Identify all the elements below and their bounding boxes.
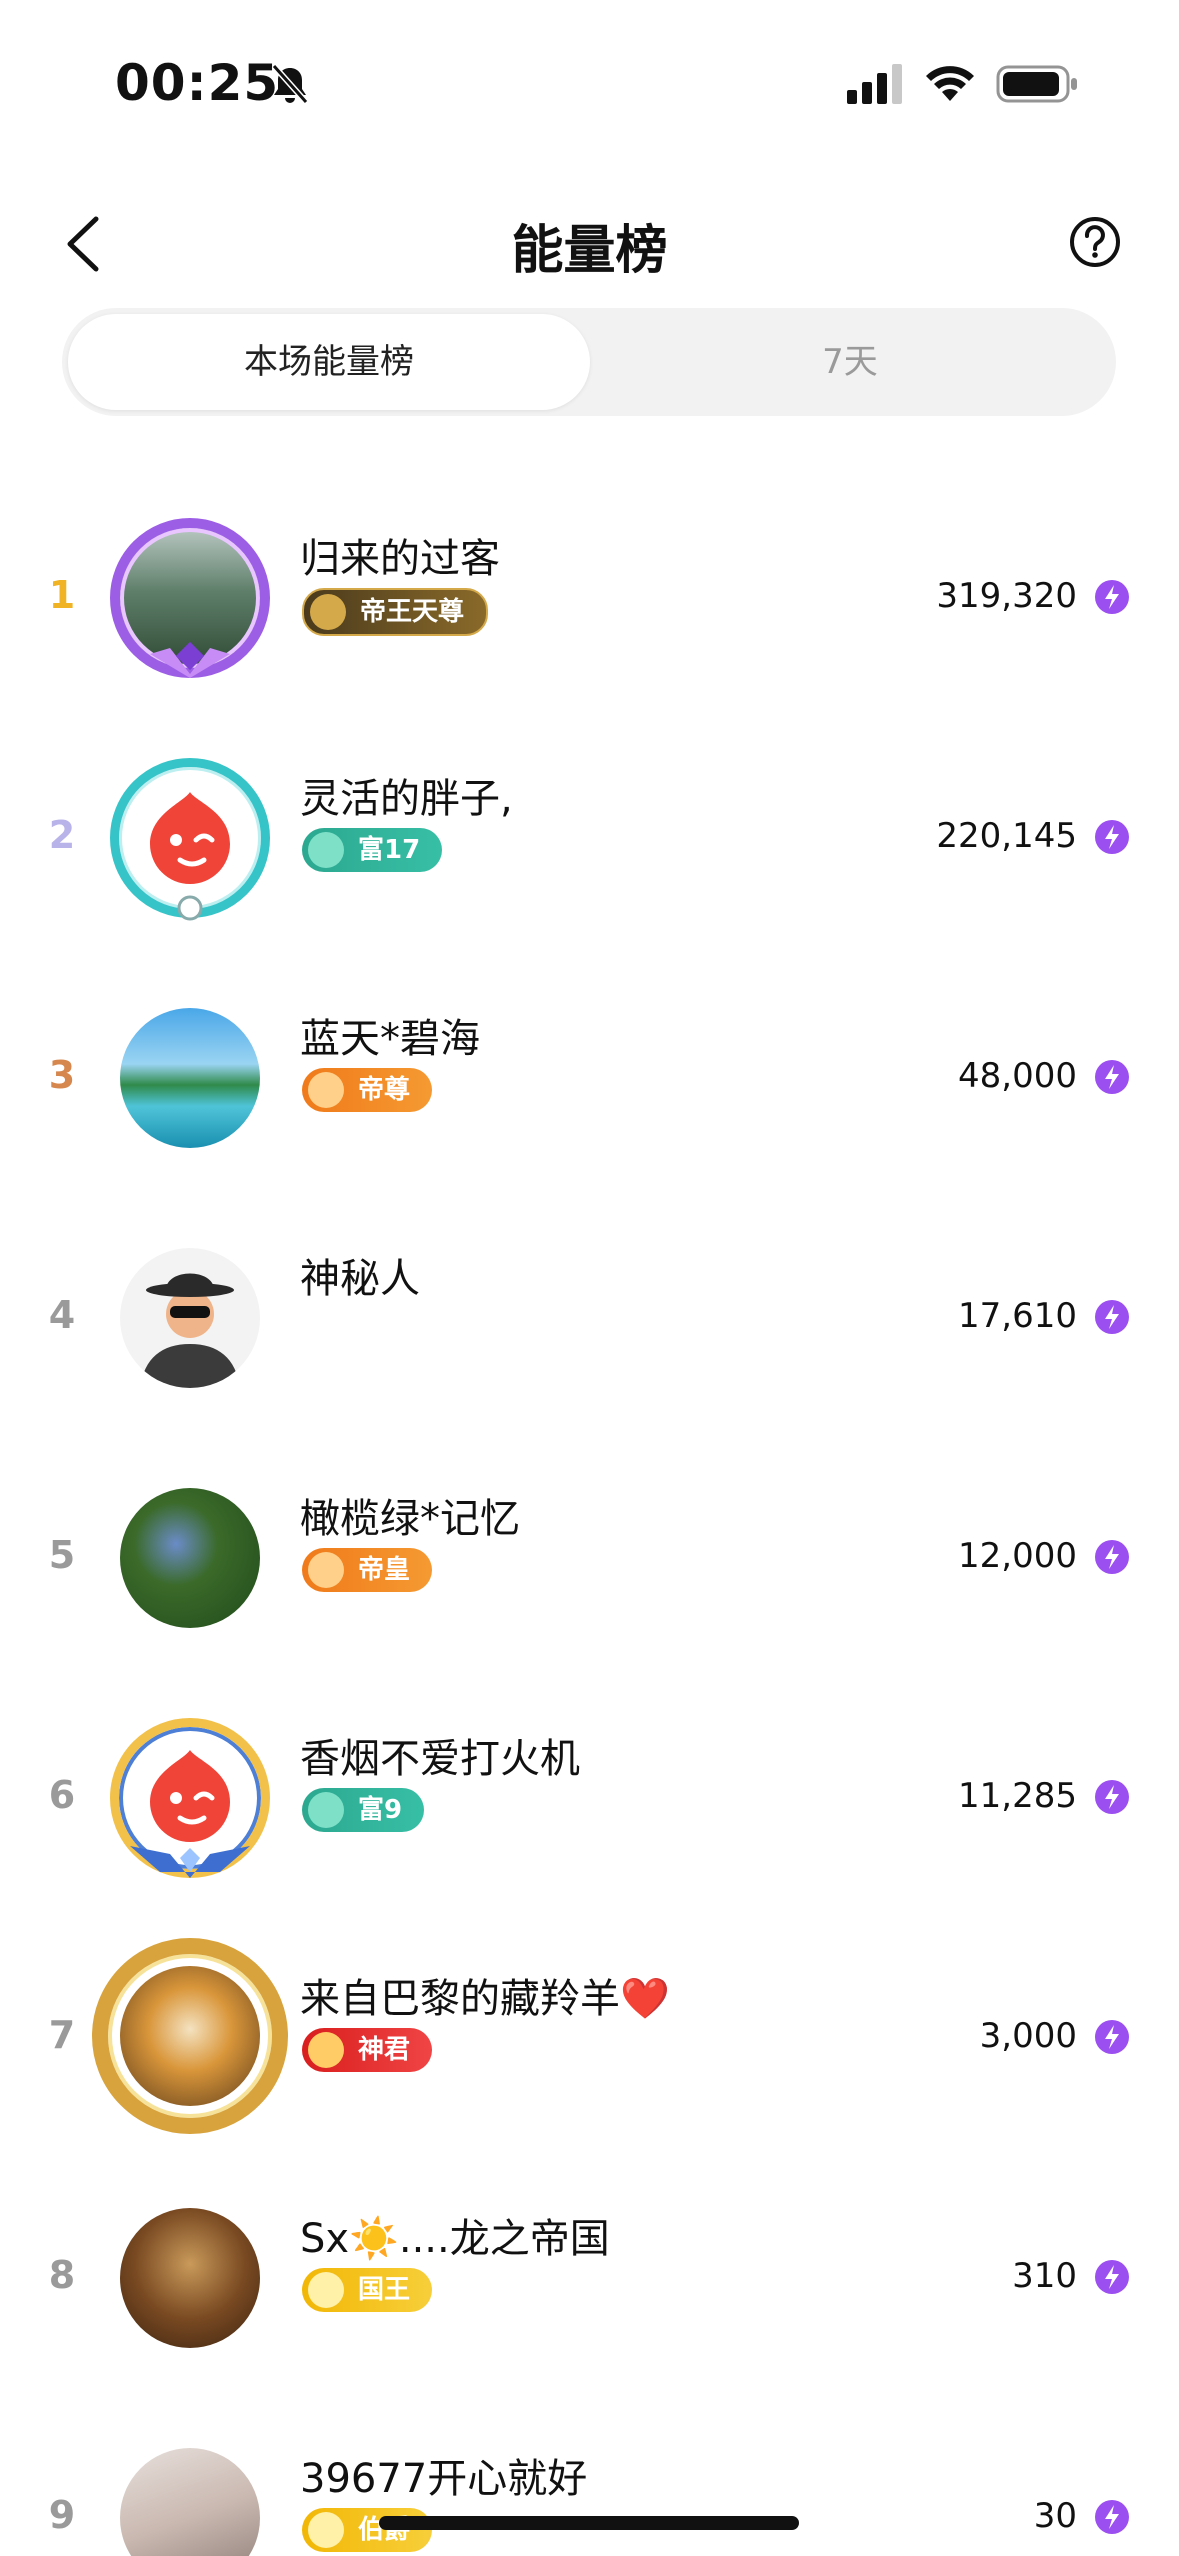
energy-score: 11,285 — [958, 1776, 1077, 1816]
tab-current-session[interactable]: 本场能量榜 — [68, 314, 590, 410]
user-name: 灵活的胖子, — [300, 776, 513, 822]
cellular-signal-icon — [847, 64, 902, 104]
rank-number: 9 — [48, 2493, 76, 2537]
list-item[interactable]: 2 灵活的胖子, 富17 220,145 — [0, 718, 1179, 958]
avatar[interactable] — [110, 2198, 270, 2358]
home-indicator[interactable] — [379, 2516, 799, 2530]
energy-bolt-icon — [1095, 2260, 1129, 2294]
frame-ring-icon — [177, 895, 203, 921]
user-name: 39677开心就好 — [300, 2456, 588, 2502]
user-name: 蓝天*碧海 — [300, 1016, 480, 1062]
help-question-icon[interactable] — [1068, 215, 1122, 269]
level-badge: 帝皇 — [302, 1548, 433, 1592]
avatar[interactable] — [110, 1238, 270, 1398]
energy-bolt-icon — [1095, 1060, 1129, 1094]
battery-icon — [996, 65, 1077, 103]
avatar[interactable] — [110, 2438, 270, 2556]
energy-score: 48,000 — [958, 1056, 1077, 1096]
user-name: 归来的过客 — [300, 536, 500, 582]
rank-number: 8 — [48, 2253, 76, 2297]
badge-emblem-icon — [308, 1072, 344, 1108]
user-name: 神秘人 — [300, 1256, 420, 1302]
rank-number: 6 — [48, 1773, 76, 1817]
avatar[interactable] — [110, 998, 270, 1158]
avatar[interactable] — [110, 758, 270, 921]
level-badge: 帝尊 — [302, 1068, 433, 1112]
list-item[interactable]: 8 Sx☀️....龙之帝国 国王 310 — [0, 2158, 1179, 2398]
avatar[interactable] — [110, 1478, 270, 1638]
energy-bolt-icon — [1095, 1780, 1129, 1814]
rank-number: 3 — [48, 1053, 76, 1097]
energy-score: 319,320 — [936, 576, 1077, 616]
status-bar: 00:25 — [0, 0, 1179, 170]
badge-emblem-icon — [308, 1552, 344, 1588]
user-name: 香烟不爱打火机 — [300, 1736, 580, 1782]
avatar[interactable] — [92, 1938, 288, 2134]
user-name: 橄榄绿*记忆 — [300, 1496, 520, 1542]
badge-emblem-icon — [308, 2032, 344, 2068]
wifi-icon — [926, 66, 974, 101]
energy-score: 30 — [1033, 2496, 1077, 2536]
list-item[interactable]: 4 神秘人 17,610 — [0, 1198, 1179, 1438]
energy-bolt-icon — [1095, 1300, 1129, 1334]
level-badge: 国王 — [302, 2268, 433, 2312]
energy-score: 17,610 — [958, 1296, 1077, 1336]
level-badge: 富17 — [302, 828, 443, 872]
list-item[interactable]: 6 香烟不爱打火机 富9 11,285 — [0, 1678, 1179, 1918]
energy-bolt-icon — [1095, 580, 1129, 614]
bell-muted-icon — [271, 64, 309, 104]
level-badge: 神君 — [302, 2028, 433, 2072]
rank-number: 5 — [48, 1533, 76, 1577]
rank-number: 1 — [48, 573, 76, 617]
avatar[interactable] — [110, 518, 270, 678]
badge-emblem-icon — [308, 2272, 344, 2308]
frame-wings-icon — [130, 1846, 250, 1878]
user-name: Sx☀️....龙之帝国 — [300, 2216, 610, 2262]
badge-emblem-icon — [308, 832, 344, 868]
energy-bolt-icon — [1095, 820, 1129, 854]
avatar[interactable] — [110, 1718, 270, 1878]
energy-score: 310 — [1012, 2256, 1077, 2296]
level-badge: 富9 — [302, 1788, 425, 1832]
list-item[interactable]: 5 橄榄绿*记忆 帝皇 12,000 — [0, 1438, 1179, 1678]
energy-score: 3,000 — [979, 2016, 1077, 2056]
badge-emblem-icon — [308, 1792, 344, 1828]
rank-number: 2 — [48, 813, 76, 857]
energy-bolt-icon — [1095, 1540, 1129, 1574]
energy-score: 12,000 — [958, 1536, 1077, 1576]
level-badge: 帝王天尊 — [302, 588, 489, 636]
rank-number: 4 — [48, 1293, 76, 1337]
energy-bolt-icon — [1095, 2020, 1129, 2054]
page-title: 能量榜 — [511, 221, 668, 281]
energy-bolt-icon — [1095, 2500, 1129, 2534]
frame-gem-icon — [150, 641, 230, 678]
level-badge: 伯爵 — [302, 2508, 433, 2552]
ranking-tabs: 本场能量榜 7天 — [62, 308, 1116, 416]
badge-emblem-icon — [310, 594, 346, 630]
rank-number: 7 — [48, 2013, 76, 2057]
energy-score: 220,145 — [936, 816, 1077, 856]
status-time: 00:25 — [115, 54, 280, 112]
list-item[interactable]: 1 归来的过客 帝王天尊 319,320 — [0, 478, 1179, 718]
mystery-person-icon — [140, 1273, 240, 1388]
tab-7-days[interactable]: 7天 — [590, 314, 1110, 410]
badge-emblem-icon — [308, 2512, 344, 2548]
list-item[interactable]: 9 39677开心就好 伯爵 30 — [0, 2398, 1179, 2556]
user-name: 来自巴黎的藏羚羊❤️ — [300, 1976, 670, 2022]
list-item[interactable]: 3 蓝天*碧海 帝尊 48,000 — [0, 958, 1179, 1198]
list-item[interactable]: 7 来自巴黎的藏羚羊❤️ 神君 3,000 — [0, 1918, 1179, 2158]
